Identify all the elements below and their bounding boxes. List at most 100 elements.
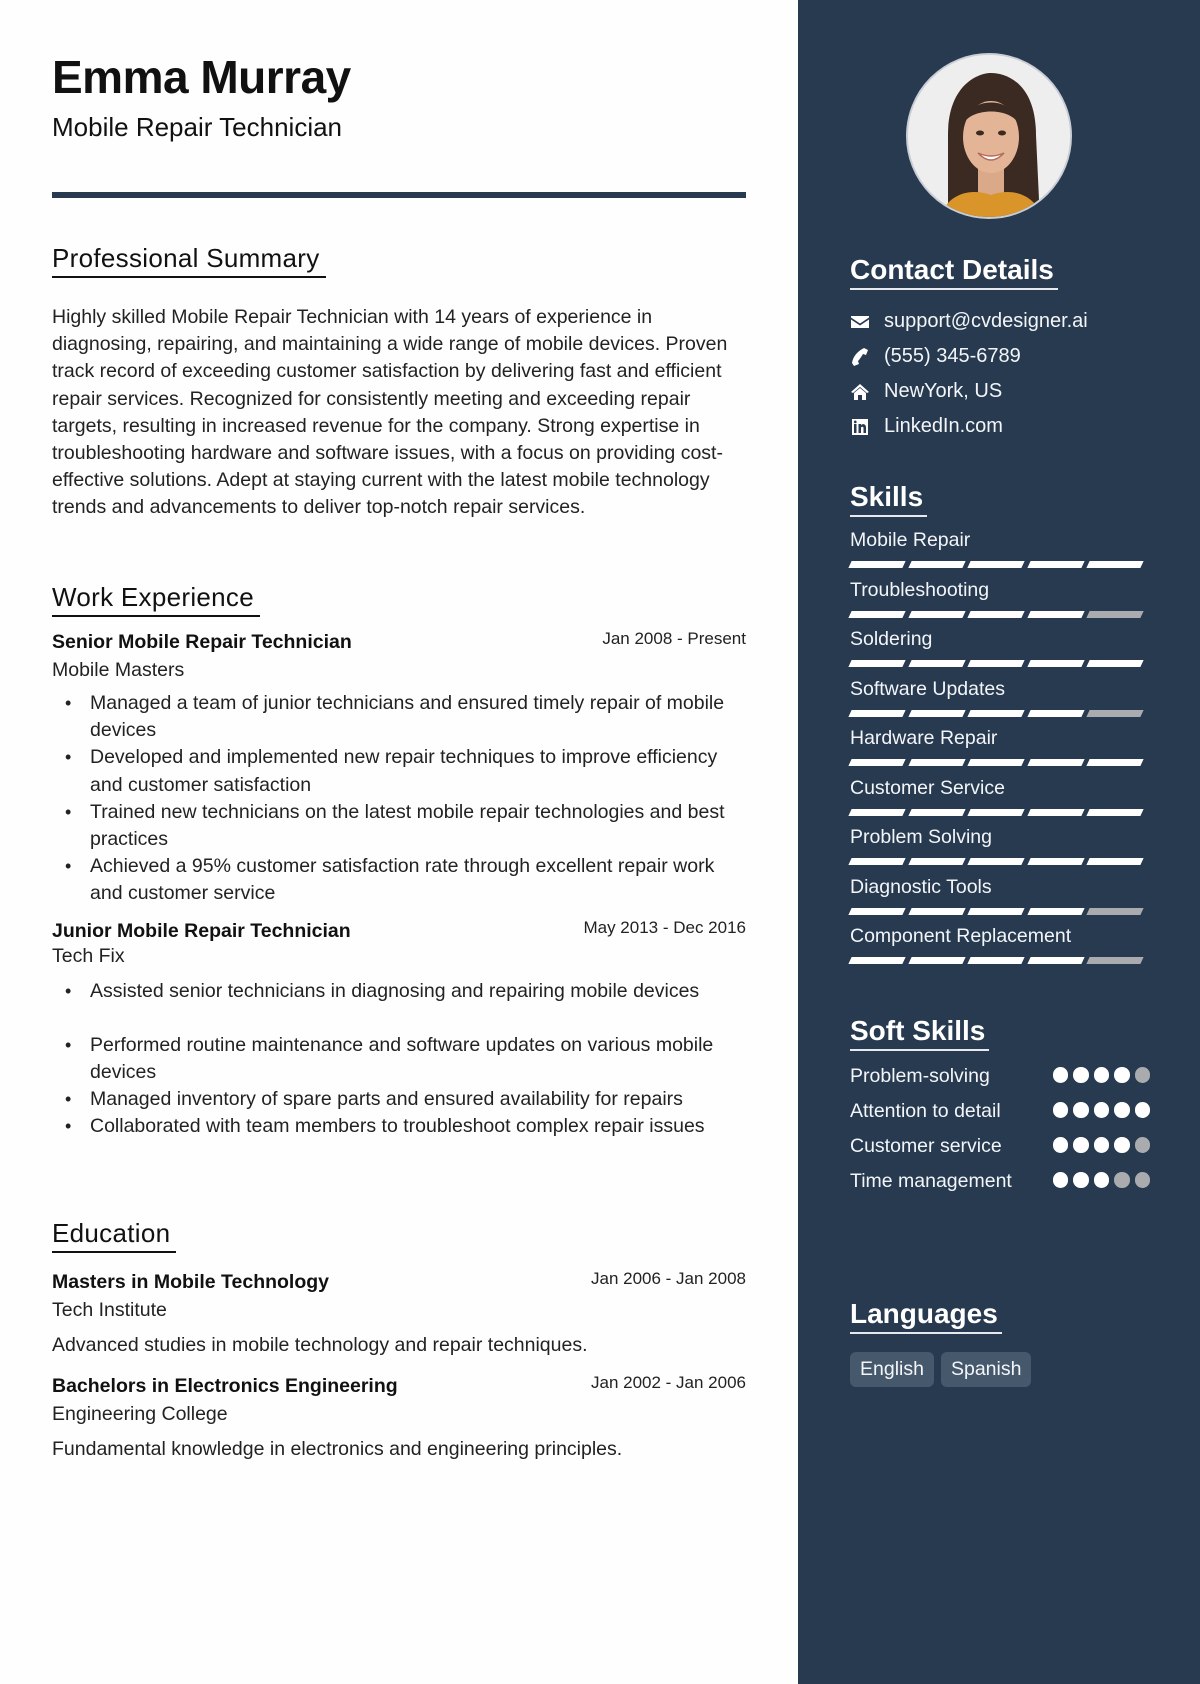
soft-skills-heading: Soft Skills — [850, 1015, 990, 1051]
skill-item: Component Replacement — [848, 923, 1150, 973]
skill-name: Customer Service — [850, 776, 1005, 799]
soft-skill-name: Customer service — [850, 1135, 1002, 1157]
languages-list: English Spanish — [850, 1352, 1150, 1387]
skill-segment-filled — [1086, 858, 1144, 865]
rating-dot-filled — [1073, 1102, 1089, 1118]
skill-segment-filled — [907, 709, 966, 717]
skill-segment-filled — [848, 858, 906, 865]
skill-level-bar — [848, 808, 1150, 816]
skill-segment-filled — [967, 858, 1025, 865]
soft-skill-rating — [1048, 1063, 1150, 1090]
skill-segment-filled — [907, 759, 966, 766]
job-bullet: Assisted senior technicians in diagnosin… — [52, 978, 746, 1005]
skill-segment-filled — [1026, 907, 1085, 915]
soft-skill-name: Problem-solving — [850, 1065, 990, 1087]
soft-skills-section: Soft Skills Problem-solving Attention to … — [850, 1015, 1150, 1203]
skill-item: Diagnostic Tools — [848, 874, 1150, 924]
rating-dot-filled — [1052, 1137, 1068, 1153]
education-entry: Masters in Mobile Technology Jan 2006 - … — [52, 1269, 746, 1357]
experience-heading: Work Experience — [52, 582, 260, 617]
skill-item: Problem Solving — [848, 824, 1150, 874]
rating-dot-empty — [1114, 1172, 1130, 1188]
skill-segment-filled — [967, 907, 1025, 915]
rating-dot-empty — [1134, 1137, 1150, 1153]
skill-segment-filled — [1026, 858, 1085, 865]
skill-level-bar — [848, 907, 1150, 915]
skill-level-bar — [848, 561, 1150, 568]
skill-segment-filled — [907, 858, 966, 865]
rating-dot-filled — [1052, 1102, 1068, 1118]
soft-skill-item: Customer service — [850, 1133, 1150, 1160]
rating-dot-filled — [1073, 1067, 1089, 1083]
skill-segment-filled — [907, 957, 966, 964]
skill-item: Customer Service — [848, 775, 1150, 825]
skill-segment-empty — [1086, 709, 1144, 717]
rating-dot-filled — [1073, 1172, 1089, 1188]
skill-item: Software Updates — [848, 676, 1150, 726]
rating-dot-filled — [1114, 1067, 1130, 1083]
skill-segment-filled — [967, 561, 1025, 568]
skill-segment-filled — [967, 610, 1025, 618]
job-company: Mobile Masters — [52, 659, 185, 681]
skill-segment-filled — [848, 957, 906, 964]
rating-dot-filled — [1073, 1137, 1089, 1153]
rating-dot-filled — [1134, 1102, 1150, 1118]
contact-phone-text: (555) 345-6789 — [884, 345, 1021, 367]
skill-segment-filled — [1086, 561, 1144, 568]
header-divider — [52, 192, 746, 198]
job-dates: Jan 2008 - Present — [602, 629, 746, 648]
school-name: Engineering College — [52, 1403, 228, 1425]
job-dates: May 2013 - Dec 2016 — [583, 917, 746, 937]
skill-segment-filled — [848, 907, 906, 915]
rating-dot-filled — [1114, 1137, 1130, 1153]
skill-segment-empty — [1086, 907, 1144, 915]
skills-heading: Skills — [850, 481, 928, 517]
contact-linkedin[interactable]: LinkedIn.com — [850, 409, 1150, 444]
rating-dot-filled — [1052, 1067, 1068, 1083]
contact-phone[interactable]: (555) 345-6789 — [850, 339, 1150, 374]
experience-section: Work Experience Senior Mobile Repair Tec… — [52, 582, 746, 1141]
skill-name: Mobile Repair — [850, 529, 971, 551]
skill-segment-filled — [1026, 957, 1085, 964]
job-bullet: Developed and implemented new repair tec… — [52, 744, 746, 798]
phone-icon — [850, 347, 870, 367]
contact-heading: Contact Details — [850, 254, 1058, 290]
education-heading: Education — [52, 1218, 177, 1253]
candidate-name: Emma Murray — [52, 51, 351, 103]
skill-segment-filled — [848, 660, 906, 667]
skill-segment-filled — [967, 759, 1025, 766]
home-icon — [850, 382, 870, 402]
job-bullets: Assisted senior technicians in diagnosin… — [52, 978, 746, 1141]
soft-skills-list: Problem-solving Attention to detail Custom… — [850, 1063, 1150, 1195]
rating-dot-filled — [1114, 1102, 1130, 1118]
skill-segment-filled — [907, 907, 966, 915]
job-entry: Junior Mobile Repair Technician May 2013… — [52, 917, 746, 1141]
skill-segment-filled — [967, 660, 1025, 667]
skill-level-bar — [848, 709, 1150, 717]
soft-skill-name: Attention to detail — [850, 1100, 1001, 1122]
contact-email[interactable]: support@cvdesigner.ai — [850, 304, 1150, 339]
skill-segment-filled — [967, 957, 1025, 964]
skill-segment-filled — [907, 808, 966, 816]
contact-linkedin-text: LinkedIn.com — [884, 415, 1003, 437]
skill-segment-empty — [1086, 957, 1144, 964]
contact-section: Contact Details support@cvdesigner.ai (5… — [850, 254, 1150, 444]
skill-segment-filled — [907, 660, 966, 667]
school-name: Tech Institute — [52, 1299, 167, 1321]
skill-segment-empty — [1086, 610, 1144, 618]
skill-segment-filled — [848, 561, 906, 568]
contact-list: support@cvdesigner.ai (555) 345-6789 New… — [850, 304, 1150, 444]
contact-email-text: support@cvdesigner.ai — [884, 310, 1088, 332]
contact-location: NewYork, US — [850, 374, 1150, 409]
soft-skill-item: Problem-solving — [850, 1063, 1150, 1090]
job-company: Tech Fix — [52, 944, 125, 967]
skill-item: Hardware Repair — [848, 725, 1150, 775]
skill-segment-filled — [1026, 561, 1085, 568]
skill-item: Troubleshooting — [848, 577, 1150, 627]
candidate-title: Mobile Repair Technician — [52, 112, 343, 142]
education-dates: Jan 2002 - Jan 2006 — [590, 1373, 746, 1392]
summary-text: Highly skilled Mobile Repair Technician … — [52, 306, 728, 519]
envelope-icon — [850, 312, 870, 332]
skill-item: Soldering — [848, 626, 1150, 676]
profile-photo — [906, 53, 1072, 219]
